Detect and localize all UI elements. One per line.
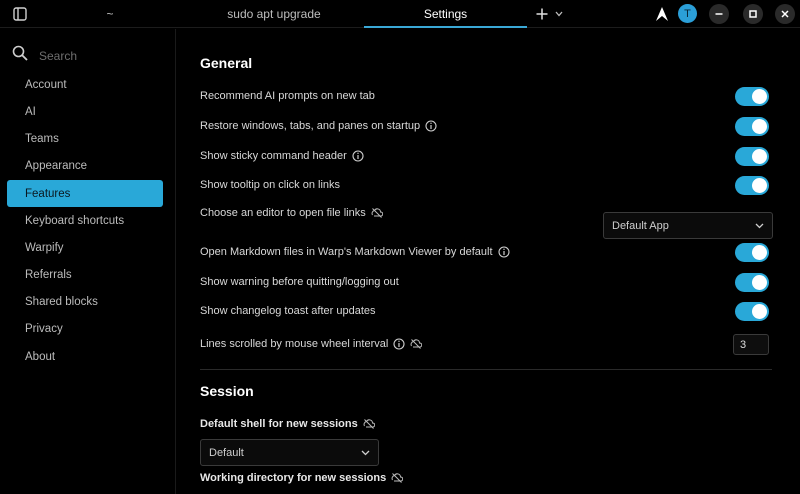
setting-row: Show tooltip on click on links bbox=[200, 175, 772, 195]
sync-off-icon[interactable] bbox=[391, 472, 404, 484]
sidebar-item-features[interactable]: Features bbox=[7, 180, 163, 207]
sidebar-item-about[interactable]: About bbox=[7, 343, 163, 370]
toggle-markdown-viewer[interactable] bbox=[735, 243, 769, 262]
toggle-sticky-command-header[interactable] bbox=[735, 147, 769, 166]
setting-label: Open Markdown files in Warp's Markdown V… bbox=[200, 246, 493, 258]
sidebar-item-warpify[interactable]: Warpify bbox=[7, 234, 163, 261]
toggle-restore-windows[interactable] bbox=[735, 117, 769, 136]
toggle-knob bbox=[752, 149, 767, 164]
toggle-tooltip-on-links[interactable] bbox=[735, 176, 769, 195]
sidebar-item-label: Referrals bbox=[25, 268, 72, 281]
search-icon bbox=[12, 45, 28, 66]
sidebar-item-label: Teams bbox=[25, 132, 59, 145]
sidebar-item-keyboard-shortcuts[interactable]: Keyboard shortcuts bbox=[7, 207, 163, 234]
setting-row: Show sticky command header bbox=[200, 146, 772, 166]
sidebar-toggle-icon[interactable] bbox=[12, 6, 28, 22]
search-placeholder: Search bbox=[39, 48, 78, 63]
avatar-letter: T bbox=[684, 7, 691, 20]
sidebar-item-label: Shared blocks bbox=[25, 295, 98, 308]
sidebar-item-appearance[interactable]: Appearance bbox=[7, 152, 163, 179]
tab-settings[interactable]: Settings bbox=[364, 0, 527, 28]
toggle-recommend-ai-prompts[interactable] bbox=[735, 87, 769, 106]
setting-row: Lines scrolled by mouse wheel interval bbox=[200, 334, 772, 354]
setting-row: Default shell for new sessions bbox=[200, 414, 772, 434]
setting-label: Show warning before quitting/logging out bbox=[200, 276, 399, 288]
setting-row: Show changelog toast after updates bbox=[200, 301, 772, 321]
sidebar-item-privacy[interactable]: Privacy bbox=[7, 315, 163, 342]
tab-bar: ~ sudo apt upgrade Settings T bbox=[0, 0, 800, 28]
close-button[interactable] bbox=[775, 4, 795, 24]
info-icon[interactable] bbox=[425, 120, 437, 132]
info-icon[interactable] bbox=[497, 246, 510, 258]
warp-logo-icon[interactable] bbox=[654, 5, 670, 23]
settings-sidebar: Search Account AI Teams Appearance Featu… bbox=[0, 29, 176, 494]
sidebar-item-referrals[interactable]: Referrals bbox=[7, 261, 163, 288]
sidebar-item-label: Appearance bbox=[25, 159, 88, 172]
setting-label: Working directory for new sessions bbox=[200, 472, 387, 484]
sidebar-item-label: Features bbox=[25, 187, 71, 200]
sidebar-item-label: Keyboard shortcuts bbox=[25, 214, 125, 227]
toggle-changelog-toast[interactable] bbox=[735, 302, 769, 321]
scroll-lines-input[interactable]: 3 bbox=[733, 334, 769, 355]
default-shell-value: Default bbox=[209, 446, 244, 459]
search-input[interactable]: Search bbox=[12, 45, 77, 66]
sidebar-item-label: Privacy bbox=[25, 322, 63, 335]
plus-icon[interactable] bbox=[533, 5, 551, 23]
tab-settings-label: Settings bbox=[423, 7, 468, 21]
section-divider bbox=[200, 369, 772, 370]
sidebar-item-teams[interactable]: Teams bbox=[7, 125, 163, 152]
toggle-knob bbox=[752, 178, 767, 193]
sidebar-item-ai[interactable]: AI bbox=[7, 98, 163, 125]
tab-apt-upgrade[interactable]: sudo apt upgrade bbox=[185, 0, 363, 28]
setting-label: Restore windows, tabs, and panes on star… bbox=[200, 120, 421, 132]
setting-row: Open Markdown files in Warp's Markdown V… bbox=[200, 242, 772, 262]
sidebar-item-account[interactable]: Account bbox=[7, 71, 163, 98]
setting-label: Show tooltip on click on links bbox=[200, 179, 341, 191]
toggle-knob bbox=[752, 119, 767, 134]
setting-row: Restore windows, tabs, and panes on star… bbox=[200, 116, 772, 136]
editor-dropdown[interactable]: Default App bbox=[603, 212, 773, 239]
setting-label: Choose an editor to open file links bbox=[200, 207, 366, 219]
chevron-down-icon bbox=[361, 447, 370, 459]
setting-row: Show warning before quitting/logging out bbox=[200, 272, 772, 292]
chevron-down-icon bbox=[755, 220, 764, 232]
avatar[interactable]: T bbox=[678, 4, 697, 23]
sidebar-item-shared-blocks[interactable]: Shared blocks bbox=[7, 288, 163, 315]
toggle-knob bbox=[752, 245, 767, 260]
sidebar-item-label: AI bbox=[25, 105, 36, 118]
tab-apt-upgrade-label: sudo apt upgrade bbox=[227, 7, 321, 21]
toggle-knob bbox=[752, 304, 767, 319]
setting-row: Working directory for new sessions bbox=[200, 468, 772, 488]
scroll-lines-value: 3 bbox=[740, 338, 747, 351]
tab-home-label: ~ bbox=[106, 7, 114, 21]
toggle-knob bbox=[752, 89, 767, 104]
setting-row: Recommend AI prompts on new tab bbox=[200, 86, 772, 106]
editor-dropdown-value: Default App bbox=[612, 219, 669, 232]
sidebar-item-label: Account bbox=[25, 78, 67, 91]
section-title-session: Session bbox=[200, 383, 254, 399]
tab-home[interactable]: ~ bbox=[60, 0, 160, 28]
sync-off-icon[interactable] bbox=[371, 207, 383, 219]
setting-label: Recommend AI prompts on new tab bbox=[200, 90, 375, 102]
toggle-knob bbox=[752, 275, 767, 290]
toggle-warning-before-quitting[interactable] bbox=[735, 273, 769, 292]
sync-off-icon[interactable] bbox=[363, 418, 375, 430]
default-shell-dropdown[interactable]: Default bbox=[200, 439, 379, 466]
setting-label: Default shell for new sessions bbox=[200, 418, 358, 430]
sync-off-icon[interactable] bbox=[410, 338, 423, 350]
section-title-general: General bbox=[200, 55, 253, 71]
sidebar-item-label: About bbox=[25, 350, 56, 363]
info-icon[interactable] bbox=[352, 150, 364, 162]
minimize-button[interactable] bbox=[709, 4, 729, 24]
maximize-button[interactable] bbox=[743, 4, 763, 24]
sidebar-item-label: Warpify bbox=[25, 241, 64, 254]
settings-content: General Recommend AI prompts on new tab … bbox=[200, 29, 773, 494]
setting-label: Show changelog toast after updates bbox=[200, 305, 376, 317]
info-icon[interactable] bbox=[393, 338, 405, 350]
setting-label: Show sticky command header bbox=[200, 150, 347, 162]
chevron-down-icon[interactable] bbox=[553, 8, 565, 20]
setting-label: Lines scrolled by mouse wheel interval bbox=[200, 338, 389, 350]
